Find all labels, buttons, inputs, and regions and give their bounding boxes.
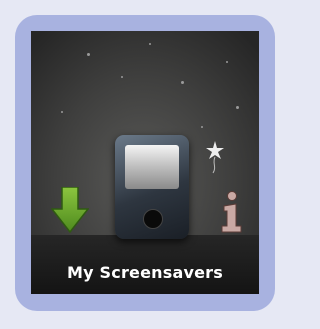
star <box>201 126 203 128</box>
download-arrow-icon[interactable] <box>51 187 89 233</box>
star <box>61 111 63 113</box>
fairy-icon <box>206 141 224 174</box>
info-icon[interactable] <box>219 191 243 233</box>
star <box>121 76 123 78</box>
star <box>149 43 151 45</box>
star <box>181 81 184 84</box>
star <box>87 53 90 56</box>
star <box>226 61 228 63</box>
star <box>236 106 239 109</box>
widget-title: My Screensavers <box>67 263 223 282</box>
widget-screen: My Screensavers ✕ <box>31 31 259 294</box>
media-player-screen <box>125 145 179 189</box>
media-player-icon[interactable] <box>115 135 189 239</box>
media-player-wheel <box>143 209 163 229</box>
